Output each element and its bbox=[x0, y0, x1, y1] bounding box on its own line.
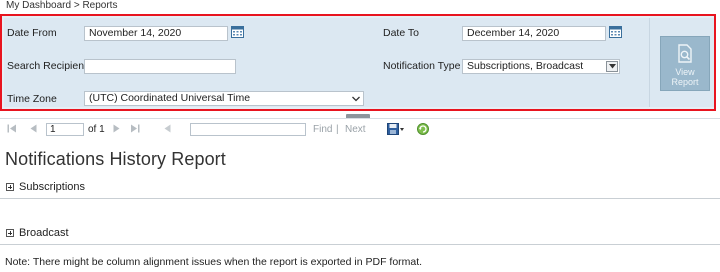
report-parameters-panel: Date From November 14, 2020 Date To Dece… bbox=[0, 14, 716, 111]
section-broadcast[interactable]: Broadcast bbox=[6, 227, 69, 239]
previous-page-icon[interactable] bbox=[30, 124, 37, 133]
time-zone-select[interactable]: (UTC) Coordinated Universal Time bbox=[84, 91, 364, 106]
notification-type-select[interactable]: Subscriptions, Broadcast bbox=[462, 59, 620, 74]
next-page-icon[interactable] bbox=[113, 124, 120, 133]
time-zone-value: (UTC) Coordinated Universal Time bbox=[89, 92, 251, 104]
notification-type-value: Subscriptions, Broadcast bbox=[467, 60, 584, 72]
view-report-label-line1: View bbox=[675, 67, 695, 77]
find-text-input[interactable] bbox=[190, 123, 306, 136]
page-number-input[interactable]: 1 bbox=[46, 123, 84, 136]
view-report-button[interactable]: View Report bbox=[660, 36, 710, 91]
notification-type-label: Notification Type bbox=[383, 60, 461, 72]
breadcrumb: My Dashboard > Reports bbox=[6, 0, 117, 12]
search-recipient-input[interactable] bbox=[84, 59, 236, 74]
breadcrumb-current: Reports bbox=[82, 0, 118, 11]
export-icon[interactable] bbox=[387, 123, 405, 135]
date-from-label: Date From bbox=[7, 27, 57, 39]
section-label: Subscriptions bbox=[19, 181, 86, 193]
refresh-icon[interactable] bbox=[417, 123, 429, 135]
section-divider bbox=[0, 198, 720, 199]
last-page-icon[interactable] bbox=[130, 124, 140, 133]
next-link[interactable]: Next bbox=[345, 123, 366, 137]
breadcrumb-separator: > bbox=[73, 0, 80, 11]
calendar-icon[interactable] bbox=[231, 26, 244, 38]
section-label: Broadcast bbox=[19, 227, 69, 239]
calendar-icon[interactable] bbox=[609, 26, 622, 38]
search-recipient-label: Search Recipient bbox=[7, 60, 87, 72]
first-page-icon[interactable] bbox=[7, 124, 17, 133]
time-zone-label: Time Zone bbox=[7, 93, 57, 105]
page-count: of 1 bbox=[88, 124, 105, 135]
report-toolbar: 1 of 1 Find | Next bbox=[0, 120, 720, 140]
date-from-input[interactable]: November 14, 2020 bbox=[84, 26, 228, 41]
view-report-label-line2: Report bbox=[671, 77, 699, 87]
date-to-input[interactable]: December 14, 2020 bbox=[462, 26, 606, 41]
report-title: Notifications History Report bbox=[5, 149, 226, 169]
find-link[interactable]: Find bbox=[313, 123, 332, 137]
section-divider bbox=[0, 244, 720, 245]
report-search-icon bbox=[678, 44, 692, 63]
find-separator: | bbox=[336, 124, 339, 135]
export-note: Note: There might be column alignment is… bbox=[5, 256, 423, 268]
back-to-parent-icon[interactable] bbox=[162, 124, 171, 133]
toolbar-top-divider bbox=[0, 118, 720, 119]
expand-icon[interactable] bbox=[6, 183, 14, 191]
breadcrumb-home[interactable]: My Dashboard bbox=[6, 0, 71, 11]
chevron-down-icon[interactable] bbox=[606, 61, 618, 72]
date-to-label: Date To bbox=[383, 27, 419, 39]
section-subscriptions[interactable]: Subscriptions bbox=[6, 181, 85, 193]
expand-icon[interactable] bbox=[6, 229, 14, 237]
chevron-down-icon[interactable] bbox=[352, 93, 360, 106]
